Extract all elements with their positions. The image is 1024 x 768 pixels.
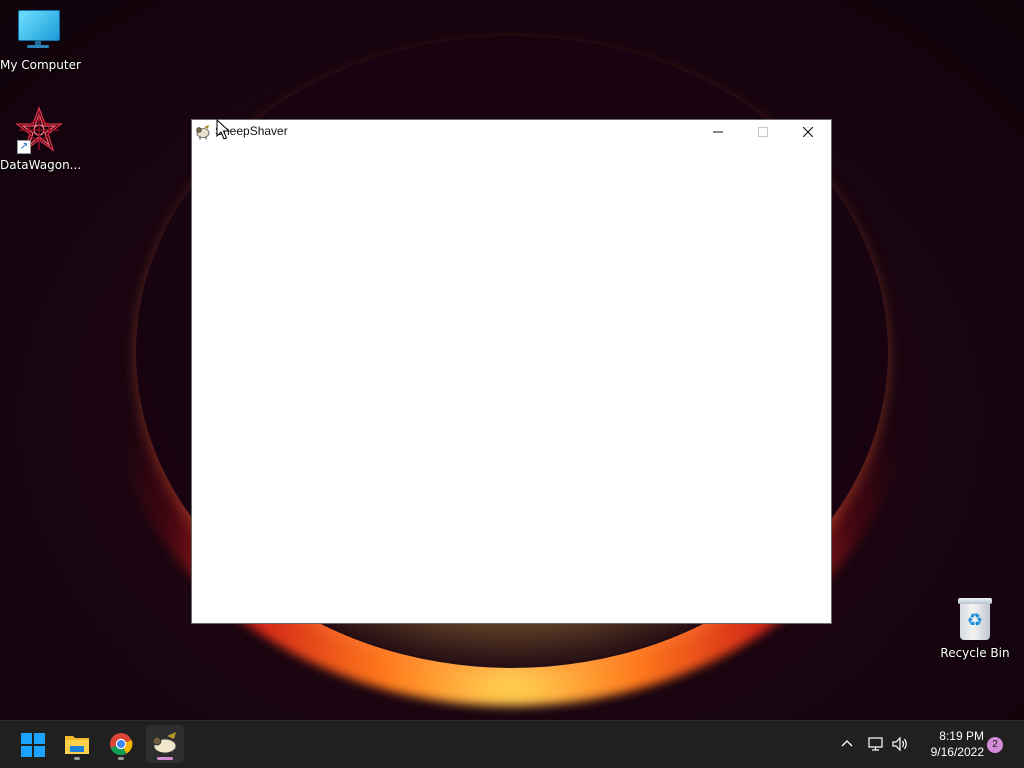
desktop-icon-my-computer[interactable]: My Computer — [0, 10, 81, 72]
volume-icon[interactable] — [890, 734, 910, 754]
active-indicator — [157, 757, 173, 760]
running-indicator — [74, 757, 80, 760]
computer-monitor-icon — [17, 10, 61, 52]
minimize-button[interactable] — [696, 120, 741, 144]
minimize-icon — [713, 131, 723, 133]
datawagon-star-logo-icon: ↗ — [15, 106, 63, 154]
taskbar-sheepshaver[interactable] — [146, 725, 184, 763]
desktop-icon-recycle-bin[interactable]: ♻ Recycle Bin — [936, 598, 1014, 660]
start-button[interactable] — [14, 725, 52, 763]
running-indicator — [118, 757, 124, 760]
notification-badge[interactable]: 2 — [987, 737, 1003, 753]
maximize-icon — [758, 127, 768, 137]
desktop-icon-label: Recycle Bin — [940, 646, 1010, 660]
maximize-button[interactable] — [741, 120, 786, 144]
recycle-bin-icon: ♻ — [958, 598, 992, 640]
sheepshaver-window[interactable]: SheepShaver — [191, 119, 832, 624]
clock-time: 8:19 PM — [939, 729, 984, 743]
clock-date: 9/16/2022 — [930, 745, 984, 759]
window-titlebar[interactable]: SheepShaver — [192, 120, 831, 144]
chevron-up-icon[interactable] — [838, 735, 856, 753]
taskbar-clock[interactable]: 8:19 PM 9/16/2022 — [914, 728, 984, 760]
taskbar-file-explorer[interactable] — [58, 725, 96, 763]
close-button[interactable] — [786, 120, 831, 144]
window-client-area[interactable] — [192, 144, 831, 623]
desktop-icon-label: DataWagon... — [0, 158, 82, 172]
network-icon[interactable] — [866, 734, 886, 754]
sheepshaver-icon — [195, 124, 211, 140]
mouse-cursor-icon — [216, 119, 230, 140]
desktop-icon-datawagon[interactable]: ↗ DataWagon... — [0, 106, 82, 172]
taskbar: 8:19 PM 9/16/2022 2 — [0, 720, 1024, 768]
desktop-icon-label: My Computer — [0, 58, 81, 72]
close-icon — [803, 127, 813, 137]
windows-logo-icon — [21, 733, 45, 757]
taskbar-chrome[interactable] — [102, 725, 140, 763]
shortcut-arrow-icon: ↗ — [17, 140, 31, 154]
